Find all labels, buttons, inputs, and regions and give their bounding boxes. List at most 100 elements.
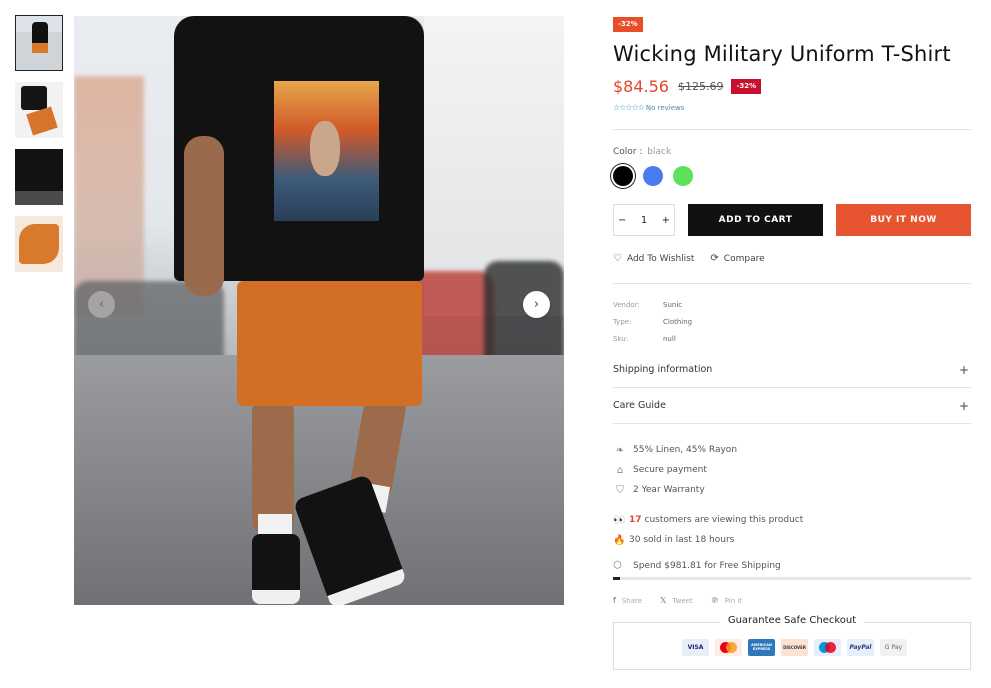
- swatch-green[interactable]: [673, 166, 693, 186]
- model-arm: [184, 136, 224, 296]
- thumbnail-1[interactable]: [15, 15, 63, 71]
- buy-now-button[interactable]: BUY IT NOW: [836, 204, 971, 236]
- viewers-count: 17: [629, 515, 642, 525]
- google-pay-icon: G Pay: [880, 639, 907, 656]
- swatch-black[interactable]: [613, 166, 633, 186]
- next-image-button[interactable]: ›: [523, 291, 550, 318]
- lock-icon: ⌂: [616, 464, 624, 476]
- sold-row: 🔥 30 sold in last 18 hours: [613, 530, 803, 550]
- free-shipping-notice: ⬡ Spend $981.81 for Free Shipping: [613, 560, 781, 571]
- model-shorts: [237, 281, 422, 406]
- viewers-text: customers are viewing this product: [644, 515, 804, 525]
- meta-label: Vendor:: [613, 301, 640, 309]
- share-label: Share: [621, 596, 643, 605]
- price-discount-badge: -32%: [731, 79, 762, 94]
- free-shipping-progress-fill: [613, 577, 621, 580]
- quantity-increase-button[interactable]: +: [662, 215, 670, 226]
- x-twitter-icon: 𝕏: [660, 596, 667, 605]
- share-label: Tweet: [672, 596, 693, 605]
- viewers-row: 👀 17 customers are viewing this product: [613, 510, 803, 530]
- mastercard-icon: [715, 639, 742, 656]
- care-guide-accordion[interactable]: Care Guide +: [613, 388, 971, 424]
- color-swatches: [613, 166, 693, 186]
- color-value: black: [647, 147, 672, 157]
- old-price: $125.69: [677, 80, 724, 93]
- prev-image-button[interactable]: ‹: [88, 291, 115, 318]
- discount-badge: -32%: [613, 17, 643, 32]
- share-links: f Share 𝕏 Tweet ℗ Pin it: [613, 596, 760, 605]
- sold-text: 30 sold in last 18 hours: [629, 535, 735, 545]
- thumbnail-2[interactable]: [15, 82, 63, 138]
- thumbnail-3[interactable]: [15, 149, 63, 205]
- box-icon: ⬡: [613, 560, 622, 571]
- shipping-info-accordion[interactable]: Shipping information +: [613, 352, 971, 388]
- main-product-image: [74, 16, 564, 605]
- free-shipping-progress: [613, 577, 971, 580]
- star-rating-icon: ☆☆☆☆☆: [613, 103, 645, 112]
- feature-item: ⛉ 2 Year Warranty: [613, 480, 737, 500]
- quantity-input[interactable]: 1: [641, 215, 647, 226]
- quantity-stepper: − 1 +: [613, 204, 675, 236]
- price-row: $84.56 $125.69 -32%: [613, 77, 762, 96]
- product-actions: ♡ Add To Wishlist ⟳ Compare: [613, 253, 781, 264]
- meta-value: Sunic: [663, 301, 683, 309]
- share-twitter-link[interactable]: 𝕏 Tweet: [660, 596, 693, 605]
- discover-icon: DISCOVER: [781, 639, 808, 656]
- current-price: $84.56: [613, 77, 669, 96]
- accordion-label: Care Guide: [613, 400, 666, 411]
- rating-row[interactable]: ☆☆☆☆☆ No reviews: [613, 103, 684, 112]
- refresh-icon: ⟳: [710, 253, 719, 264]
- meta-type: Type: Clothing: [613, 318, 692, 335]
- share-facebook-link[interactable]: f Share: [613, 596, 642, 605]
- meta-vendor: Vendor: Sunic: [613, 301, 692, 318]
- facebook-icon: f: [613, 596, 616, 605]
- share-pinterest-link[interactable]: ℗ Pin it: [711, 596, 742, 605]
- maestro-icon: [814, 639, 841, 656]
- feature-list: ❧ 55% Linen, 45% Rayon ⌂ Secure payment …: [613, 440, 737, 500]
- wishlist-label: Add To Wishlist: [626, 253, 695, 264]
- feature-item: ⌂ Secure payment: [613, 460, 737, 480]
- free-shipping-text: Spend $981.81 for Free Shipping: [633, 560, 781, 571]
- accordion-label: Shipping information: [613, 364, 713, 375]
- model-shoe: [252, 534, 300, 604]
- shield-icon: ⛉: [616, 484, 624, 496]
- divider: [613, 129, 971, 130]
- feature-text: Secure payment: [633, 465, 707, 475]
- quantity-decrease-button[interactable]: −: [618, 215, 626, 226]
- chevron-left-icon: ‹: [98, 297, 105, 312]
- feature-item: ❧ 55% Linen, 45% Rayon: [613, 440, 737, 460]
- plus-icon: +: [958, 362, 969, 377]
- amex-icon: AMERICAN EXPRESS: [748, 639, 775, 656]
- heart-icon: ♡: [613, 253, 622, 264]
- background-building: [74, 76, 144, 316]
- swatch-blue[interactable]: [643, 166, 663, 186]
- feature-text: 2 Year Warranty: [633, 485, 705, 495]
- live-stats: 👀 17 customers are viewing this product …: [613, 510, 803, 550]
- color-label-text: Color :: [613, 147, 643, 157]
- fire-icon: 🔥: [613, 534, 626, 546]
- safe-checkout-box: Guarantee Safe Checkout VISA AMERICAN EX…: [613, 615, 971, 670]
- visa-icon: VISA: [682, 639, 709, 656]
- tshirt-print-figure: [310, 121, 340, 176]
- meta-value: Clothing: [663, 318, 693, 326]
- plus-icon: +: [958, 398, 969, 413]
- divider: [613, 283, 971, 284]
- meta-label: Sku:: [613, 335, 629, 343]
- thumbnail-strip: [15, 15, 63, 283]
- chevron-right-icon: ›: [533, 297, 540, 312]
- pinterest-icon: ℗: [710, 596, 719, 605]
- reviews-count: No reviews: [645, 103, 685, 112]
- payment-methods: VISA AMERICAN EXPRESS DISCOVER PayPal G …: [682, 639, 907, 656]
- add-to-cart-button[interactable]: ADD TO CART: [688, 204, 823, 236]
- product-meta: Vendor: Sunic Type: Clothing Sku: null: [613, 301, 692, 352]
- add-to-wishlist-link[interactable]: ♡ Add To Wishlist: [613, 253, 694, 264]
- leaf-icon: ❧: [615, 444, 625, 456]
- paypal-icon: PayPal: [847, 639, 874, 656]
- compare-label: Compare: [723, 253, 765, 264]
- compare-link[interactable]: ⟳ Compare: [710, 253, 764, 264]
- color-label: Color : black: [613, 147, 671, 157]
- meta-value: null: [663, 335, 676, 343]
- meta-label: Type:: [613, 318, 632, 326]
- thumbnail-4[interactable]: [15, 216, 63, 272]
- share-label: Pin it: [724, 596, 743, 605]
